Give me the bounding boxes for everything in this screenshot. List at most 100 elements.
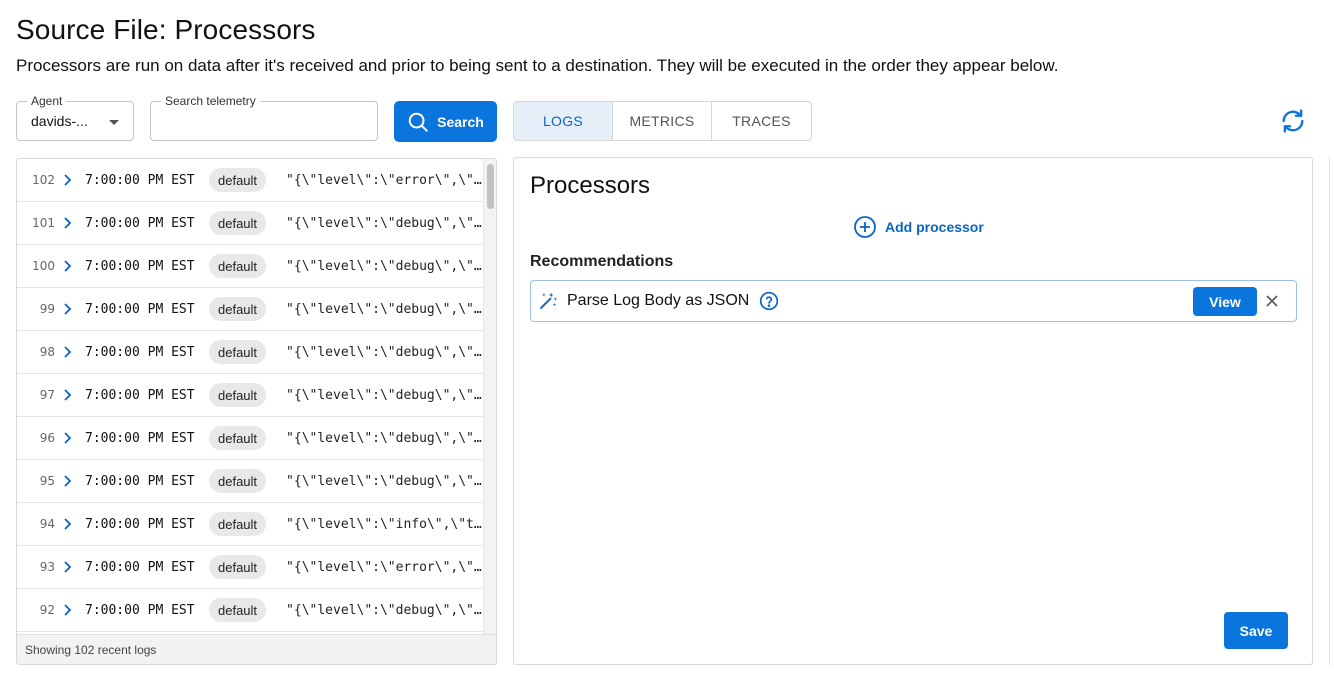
agent-label: Agent (27, 94, 67, 108)
log-body: "{\"level\":\"debug\",\"timestamp (286, 258, 482, 274)
log-source-badge: default (209, 512, 267, 536)
log-body: "{\"level\":\"info\",\"timestamp (286, 516, 482, 532)
search-telemetry-input[interactable] (159, 110, 369, 134)
processors-title: Processors (530, 172, 651, 199)
page-subtitle: Processors are run on data after it's re… (16, 56, 1059, 75)
log-source-badge: default (209, 555, 267, 579)
log-row[interactable]: 95 7:00:00 PM EST default "{\"level\":\"… (17, 460, 483, 503)
log-row-number: 92 (39, 603, 55, 617)
log-row-number: 95 (39, 474, 55, 488)
log-body: "{\"level\":\"debug\",\"timestamp (286, 430, 482, 446)
log-row-number: 99 (39, 302, 55, 316)
log-row-number: 102 (32, 173, 55, 187)
log-row[interactable]: 92 7:00:00 PM EST default "{\"level\":\"… (17, 589, 483, 632)
chevron-right-icon[interactable] (63, 561, 85, 573)
log-row-number: 101 (32, 216, 55, 230)
log-source-badge: default (209, 469, 267, 493)
log-body: "{\"level\":\"debug\",\"timestamp (286, 215, 482, 231)
log-timestamp: 7:00:00 PM EST (85, 301, 195, 317)
log-timestamp: 7:00:00 PM EST (85, 516, 195, 532)
log-timestamp: 7:00:00 PM EST (85, 602, 195, 618)
add-processor-button[interactable]: Add processor (853, 215, 984, 239)
logs-panel: 102 7:00:00 PM EST default "{\"level\":\… (16, 158, 497, 665)
log-timestamp: 7:00:00 PM EST (85, 258, 195, 274)
log-timestamp: 7:00:00 PM EST (85, 215, 195, 231)
caret-down-icon (109, 120, 119, 125)
log-row[interactable]: 100 7:00:00 PM EST default "{\"level\":\… (17, 245, 483, 288)
log-list: 102 7:00:00 PM EST default "{\"level\":\… (17, 159, 483, 634)
close-icon[interactable] (1265, 294, 1279, 308)
refresh-icon[interactable] (1279, 107, 1307, 135)
log-row-number: 96 (39, 431, 55, 445)
log-row-number: 94 (39, 517, 55, 531)
view-recommendation-button[interactable]: View (1193, 287, 1257, 316)
log-row[interactable]: 94 7:00:00 PM EST default "{\"level\":\"… (17, 503, 483, 546)
log-row-number: 93 (39, 560, 55, 574)
log-timestamp: 7:00:00 PM EST (85, 344, 195, 360)
chevron-right-icon[interactable] (63, 604, 85, 616)
add-processor-label: Add processor (885, 219, 984, 235)
log-source-badge: default (209, 426, 267, 450)
search-telemetry-field[interactable]: Search telemetry (150, 94, 378, 141)
search-button-label: Search (437, 113, 484, 130)
log-source-badge: default (209, 340, 267, 364)
log-source-badge: default (209, 297, 267, 321)
agent-value: davids-... (31, 113, 88, 129)
telemetry-tabs: LOGS METRICS TRACES (513, 101, 812, 141)
log-source-badge: default (209, 168, 267, 192)
log-body: "{\"level\":\"debug\",\"timestamp (286, 387, 482, 403)
log-row[interactable]: 96 7:00:00 PM EST default "{\"level\":\"… (17, 417, 483, 460)
log-body: "{\"level\":\"debug\",\"timestamp (286, 602, 482, 618)
help-circle-icon[interactable] (759, 291, 779, 311)
tab-traces[interactable]: TRACES (712, 102, 811, 140)
panel-edge-divider (1329, 157, 1330, 665)
log-timestamp: 7:00:00 PM EST (85, 172, 195, 188)
recommendations-title: Recommendations (530, 253, 674, 270)
save-button[interactable]: Save (1224, 612, 1288, 649)
recommendation-card: Parse Log Body as JSON View (530, 280, 1297, 322)
search-button[interactable]: Search (394, 101, 497, 142)
logs-scrollbar-thumb[interactable] (487, 164, 494, 209)
log-body: "{\"level\":\"debug\",\"timestamp (286, 301, 482, 317)
log-row[interactable]: 101 7:00:00 PM EST default "{\"level\":\… (17, 202, 483, 245)
log-row[interactable]: 102 7:00:00 PM EST default "{\"level\":\… (17, 159, 483, 202)
log-source-badge: default (209, 211, 267, 235)
log-timestamp: 7:00:00 PM EST (85, 559, 195, 575)
search-telemetry-label: Search telemetry (161, 94, 260, 108)
log-source-badge: default (209, 254, 267, 278)
log-timestamp: 7:00:00 PM EST (85, 473, 195, 489)
magic-wand-icon (539, 292, 557, 310)
page-title: Source File: Processors (16, 14, 316, 45)
search-icon (408, 112, 428, 132)
log-row-number: 100 (32, 259, 55, 273)
tab-logs[interactable]: LOGS (514, 102, 613, 140)
log-row[interactable]: 99 7:00:00 PM EST default "{\"level\":\"… (17, 288, 483, 331)
chevron-right-icon[interactable] (63, 346, 85, 358)
log-row[interactable]: 98 7:00:00 PM EST default "{\"level\":\"… (17, 331, 483, 374)
log-source-badge: default (209, 598, 267, 622)
chevron-right-icon[interactable] (63, 389, 85, 401)
tab-metrics[interactable]: METRICS (613, 102, 712, 140)
chevron-right-icon[interactable] (63, 518, 85, 530)
logs-footer: Showing 102 recent logs (17, 634, 496, 664)
logs-scrollbar[interactable] (483, 159, 496, 634)
chevron-right-icon[interactable] (63, 217, 85, 229)
log-body: "{\"level\":\"error\",\"timestamp (286, 559, 482, 575)
chevron-right-icon[interactable] (63, 432, 85, 444)
log-row[interactable]: 93 7:00:00 PM EST default "{\"level\":\"… (17, 546, 483, 589)
chevron-right-icon[interactable] (63, 174, 85, 186)
processors-panel: Processors Add processor Recommendations… (513, 157, 1313, 665)
log-body: "{\"level\":\"error\",\"timestamp (286, 172, 482, 188)
recommendation-label: Parse Log Body as JSON (567, 292, 750, 309)
chevron-right-icon[interactable] (63, 260, 85, 272)
log-row[interactable]: 97 7:00:00 PM EST default "{\"level\":\"… (17, 374, 483, 417)
log-source-badge: default (209, 383, 267, 407)
agent-select[interactable]: Agent davids-... (16, 94, 134, 141)
chevron-right-icon[interactable] (63, 475, 85, 487)
chevron-right-icon[interactable] (63, 303, 85, 315)
log-body: "{\"level\":\"debug\",\"timestamp (286, 473, 482, 489)
log-timestamp: 7:00:00 PM EST (85, 430, 195, 446)
log-row-number: 98 (39, 345, 55, 359)
log-body: "{\"level\":\"debug\",\"timestamp (286, 344, 482, 360)
log-row-number: 97 (39, 388, 55, 402)
